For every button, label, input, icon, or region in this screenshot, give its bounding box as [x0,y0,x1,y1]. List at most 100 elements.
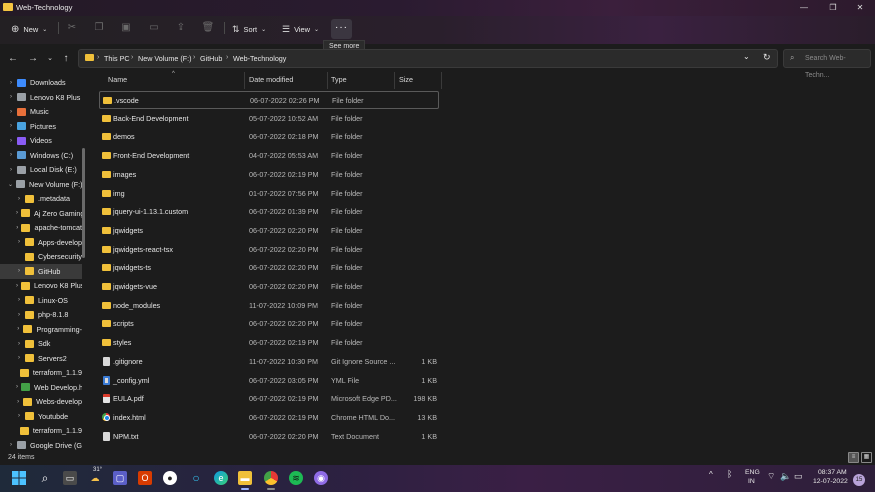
details-view-toggle[interactable]: ≡ [848,452,859,463]
sidebar-item[interactable]: terraform_1.1.9 [0,423,82,438]
sidebar-item[interactable]: Cybersecurity [0,249,82,264]
sidebar-item[interactable]: › Lenovo K8 Plus [0,90,82,105]
spotify-icon[interactable]: ≋ [289,471,303,485]
column-header-size[interactable]: Size [399,75,413,84]
column-header-date[interactable]: Date modified [249,75,293,84]
expand-chevron-icon[interactable]: › [8,109,14,115]
column-header-name[interactable]: Name [108,75,127,84]
start-icon[interactable] [12,471,26,485]
sidebar-item[interactable]: › .metadata [0,191,82,206]
breadcrumb-web-technology[interactable]: Web-Technology [233,54,286,63]
expand-chevron-icon[interactable]: ⌄ [8,181,13,188]
chrome-icon[interactable] [264,471,278,485]
expand-chevron-icon[interactable]: › [16,384,18,390]
file-row[interactable]: .gitignore 11-07-2022 10:30 PM Git Ignore … [99,353,439,371]
paste-icon[interactable]: ▣ [119,21,133,35]
column-divider[interactable] [244,72,245,89]
recent-locations-button[interactable]: ⌄ [43,52,57,66]
refresh-icon[interactable]: ↻ [763,52,771,63]
search-input[interactable]: Search Web-Techn... [783,49,871,79]
expand-chevron-icon[interactable]: › [16,312,22,318]
view-button[interactable]: ☰ View ⌄ [282,20,319,38]
expand-chevron-icon[interactable]: › [8,94,14,100]
sidebar-item[interactable]: › Programming- [0,322,82,337]
sidebar-scrollbar[interactable] [82,148,85,258]
sidebar-item[interactable]: › apache-tomcat [0,220,82,235]
column-divider[interactable] [394,72,395,89]
expand-chevron-icon[interactable]: › [8,152,14,158]
file-row[interactable]: scripts 06-07-2022 02:20 PM File folder [99,315,439,333]
sidebar-item[interactable]: › Windows (C:) [0,148,82,163]
weather-icon[interactable]: ☁ [88,471,102,485]
file-row[interactable]: node_modules 11-07-2022 10:09 PM File fold… [99,297,439,315]
copy-icon[interactable]: ❐ [92,21,106,35]
sidebar-item[interactable]: › GitHub [0,263,82,279]
cut-icon[interactable]: ✂ [65,21,79,35]
expand-chevron-icon[interactable]: › [16,283,18,289]
file-row[interactable]: jqwidgets-vue 06-07-2022 02:20 PM File fol… [99,278,439,296]
sidebar-item[interactable]: › Pictures [0,119,82,134]
address-dropdown-icon[interactable]: ⌄ [743,52,750,61]
clock-time[interactable]: 08:37 AM [818,469,847,476]
sort-button[interactable]: ⇅ Sort ⌄ [232,20,266,38]
column-header-type[interactable]: Type [331,75,347,84]
sidebar-item[interactable]: › Local Disk (E:) [0,162,82,177]
file-row[interactable]: jqwidgets-ts 06-07-2022 02:20 PM File fold… [99,259,439,277]
file-row[interactable]: demos 06-07-2022 02:18 PM File folder [99,128,439,146]
file-row[interactable]: .vscode 06-07-2022 02:26 PM File folder [99,91,439,109]
expand-chevron-icon[interactable]: › [8,138,14,144]
sidebar-item[interactable]: › Videos [0,133,82,148]
file-row[interactable]: img 01-07-2022 07:56 PM File folder [99,185,439,203]
expand-chevron-icon[interactable]: › [16,341,22,347]
file-row[interactable]: EULA.pdf 06-07-2022 02:19 PM Microsoft Edg… [99,390,439,408]
file-row[interactable]: jquery-ui-1.13.1.custom 06-07-2022 01:39 … [99,203,439,221]
sidebar-item[interactable]: › Linux-OS [0,293,82,308]
file-row[interactable]: NPM.txt 06-07-2022 02:20 PM Text Document 1… [99,428,439,446]
sidebar-item[interactable]: ⌄ New Volume (F:) [0,177,82,192]
file-row[interactable]: Front-End Development 04-07-2022 05:53 AM… [99,147,439,165]
tray-overflow-icon[interactable]: ^ [709,470,713,479]
teams-chat-icon[interactable]: ▢ [113,471,127,485]
delete-icon[interactable]: 🗑 [201,21,215,35]
column-divider[interactable] [327,72,328,89]
bluetooth-icon[interactable]: ᛒ [727,469,732,479]
minimize-button[interactable]: — [797,2,811,13]
close-button[interactable]: ✕ [853,2,867,13]
file-row[interactable]: images 06-07-2022 02:19 PM File folder [99,166,439,184]
sidebar-item[interactable]: › Aj Zero Gaming [0,206,82,221]
sidebar-item[interactable]: › Lenovo K8 Plus [0,278,82,293]
file-row[interactable]: jqwidgets 06-07-2022 02:20 PM File folder [99,222,439,240]
see-more-button[interactable]: ··· [331,19,352,39]
sidebar-item[interactable]: › Sdk [0,336,82,351]
up-button[interactable]: ↑ [59,52,73,66]
breadcrumb-new-volume[interactable]: New Volume (F:) [138,54,192,63]
office-icon[interactable]: O [138,471,152,485]
expand-chevron-icon[interactable]: › [16,326,20,332]
file-row[interactable]: styles 06-07-2022 02:19 PM File folder [99,334,439,352]
expand-chevron-icon[interactable]: › [8,442,14,448]
expand-chevron-icon[interactable]: › [8,80,14,86]
sidebar-item[interactable]: › Web Develop.h [0,380,82,395]
github-desktop-icon[interactable]: ● [163,471,177,485]
cortana-icon[interactable]: ○ [189,471,203,485]
expand-chevron-icon[interactable]: › [16,239,22,245]
file-row[interactable]: jqwidgets-react-tsx 06-07-2022 02:20 PM Fi… [99,241,439,259]
search-icon[interactable]: ⌕ [38,471,52,485]
battery-icon[interactable]: ▭ [794,471,803,482]
forward-button[interactable]: → [26,52,40,66]
sidebar-item[interactable]: › Downloads [0,75,82,90]
expand-chevron-icon[interactable]: › [16,268,22,274]
sidebar-item[interactable]: terraform_1.1.9 [0,365,82,380]
sidebar-item[interactable]: › Webs-develop [0,394,82,409]
expand-chevron-icon[interactable]: › [16,355,22,361]
new-button[interactable]: ⊕ New ⌄ [11,20,47,38]
sidebar-item[interactable]: › php-8.1.8 [0,307,82,322]
expand-chevron-icon[interactable]: › [16,225,18,231]
language-indicator[interactable]: ENG [745,469,760,476]
expand-chevron-icon[interactable]: › [16,399,20,405]
sidebar-item[interactable]: › Youtubde [0,409,82,424]
wifi-icon[interactable]: ⌔ [767,471,775,482]
github-icon[interactable]: ◉ [314,471,328,485]
sidebar-item[interactable]: › Apps-develop [0,235,82,250]
column-divider[interactable] [441,72,442,89]
